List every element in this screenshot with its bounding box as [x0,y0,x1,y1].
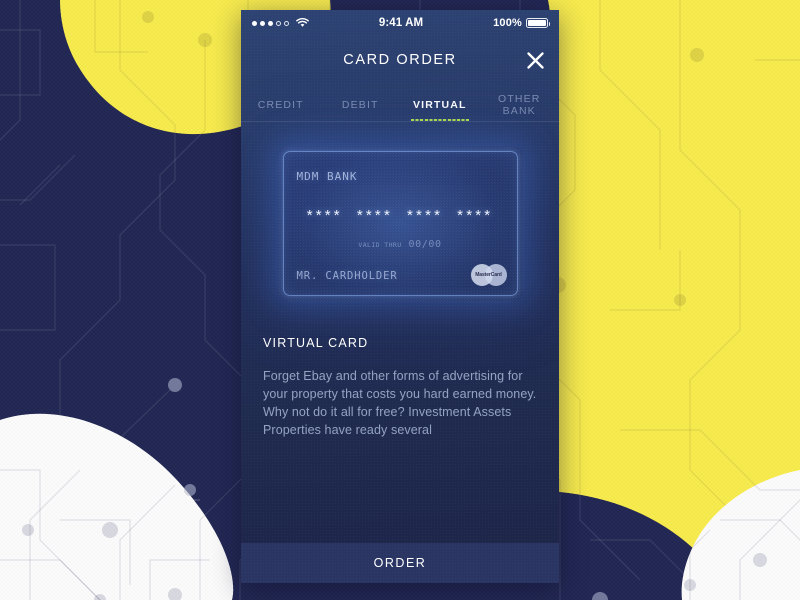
tab-virtual[interactable]: VIRTUAL [400,88,480,121]
status-bar: 9:41 AM 100% [241,10,559,36]
description-body: Forget Ebay and other forms of advertisi… [263,369,537,437]
card-number: **** **** **** **** [278,208,523,223]
card-expiry: VALID THRU 00/00 [278,239,523,250]
card-expiry-value: 00/00 [408,238,442,250]
mastercard-label: MasterCard [475,271,502,278]
battery-percent-label: 100% [493,17,522,29]
order-button-label: ORDER [373,556,427,570]
mastercard-logo: MasterCard [470,263,507,286]
status-bar-signal [252,18,309,28]
nav-bar: CARD ORDER [241,36,559,84]
tab-other-bank[interactable]: OTHER BANK [480,88,560,121]
signal-dot-empty [284,20,289,26]
credit-card[interactable]: MDM BANK **** **** **** **** VALID THRU … [277,145,523,301]
tab-bar-divider [241,121,559,122]
signal-dot-filled [252,20,257,26]
tab-virtual-label: VIRTUAL [412,98,467,111]
order-button[interactable]: ORDER [241,543,559,583]
wifi-icon [296,18,309,27]
status-bar-battery: 100% [493,17,550,29]
description-title: VIRTUAL CARD [263,336,369,350]
card-number-group: **** [407,206,444,224]
card-bank-name: MDM BANK [296,169,358,183]
card-number-group: **** [457,206,494,224]
signal-dot-filled [260,20,265,26]
card-preview-area: MDM BANK **** **** **** **** VALID THRU … [241,132,559,314]
phone-mockup: 9:41 AM 100% CARD ORDER CREDIT DEBIT VIR… [241,10,559,583]
phone-screen: 9:41 AM 100% CARD ORDER CREDIT DEBIT VIR… [241,10,559,583]
card-number-group: **** [306,206,343,224]
page-title: CARD ORDER [343,52,457,68]
close-icon [526,51,544,69]
card-holder-name: MR. CARDHOLDER [296,269,398,282]
battery-full-icon [526,18,550,28]
signal-dot-filled [268,20,273,26]
tab-debit-label: DEBIT [341,98,379,111]
tab-debit[interactable]: DEBIT [321,88,401,121]
status-bar-time: 9:41 AM [378,17,424,29]
tab-credit[interactable]: CREDIT [241,88,321,121]
tab-other-bank-label: OTHER BANK [498,92,541,117]
card-number-group: **** [356,206,393,224]
close-button[interactable] [521,46,549,74]
card-expiry-label: VALID THRU [358,240,402,249]
tab-bar: CREDIT DEBIT VIRTUAL OTHER BANK [241,88,559,121]
description-section: VIRTUAL CARD Forget Ebay and other forms… [263,336,537,439]
tab-credit-label: CREDIT [257,98,304,111]
signal-dot-empty [276,20,281,26]
